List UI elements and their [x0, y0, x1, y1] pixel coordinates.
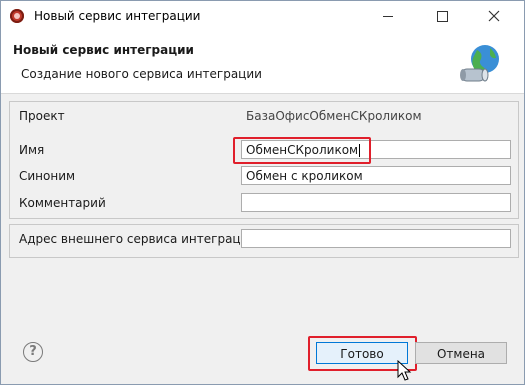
project-label: Проект	[19, 109, 65, 123]
window-title: Новый сервис интеграции	[34, 9, 201, 23]
integration-service-icon	[460, 45, 499, 82]
name-highlight-frame	[233, 137, 371, 164]
comment-label: Комментарий	[19, 196, 106, 210]
external-address-input[interactable]	[241, 229, 511, 248]
maximize-button[interactable]	[419, 1, 465, 31]
wizard-header: Новый сервис интеграции Создание нового …	[1, 31, 524, 94]
dialog-window: Новый сервис интеграции Новый сервис инт…	[0, 0, 525, 385]
title-bar: Новый сервис интеграции	[1, 1, 524, 31]
wizard-subtitle: Создание нового сервиса интеграции	[21, 67, 262, 81]
external-address-label: Адрес внешнего сервиса интеграции	[19, 232, 257, 246]
minimize-button[interactable]	[365, 1, 411, 31]
project-field: БазаОфисОбменСКроликом	[241, 106, 511, 125]
help-button[interactable]: ?	[23, 342, 43, 362]
app-logo-icon	[10, 9, 24, 23]
synonym-input[interactable]: Обмен с кроликом	[241, 166, 511, 185]
name-label: Имя	[19, 143, 45, 157]
mouse-pointer-icon	[397, 360, 412, 381]
wizard-title: Новый сервис интеграции	[13, 43, 194, 57]
help-icon: ?	[29, 344, 37, 359]
cancel-button[interactable]: Отмена	[415, 342, 507, 364]
close-icon	[488, 10, 500, 22]
synonym-label: Синоним	[19, 169, 76, 183]
close-button[interactable]	[471, 1, 517, 31]
comment-input[interactable]	[241, 193, 511, 212]
